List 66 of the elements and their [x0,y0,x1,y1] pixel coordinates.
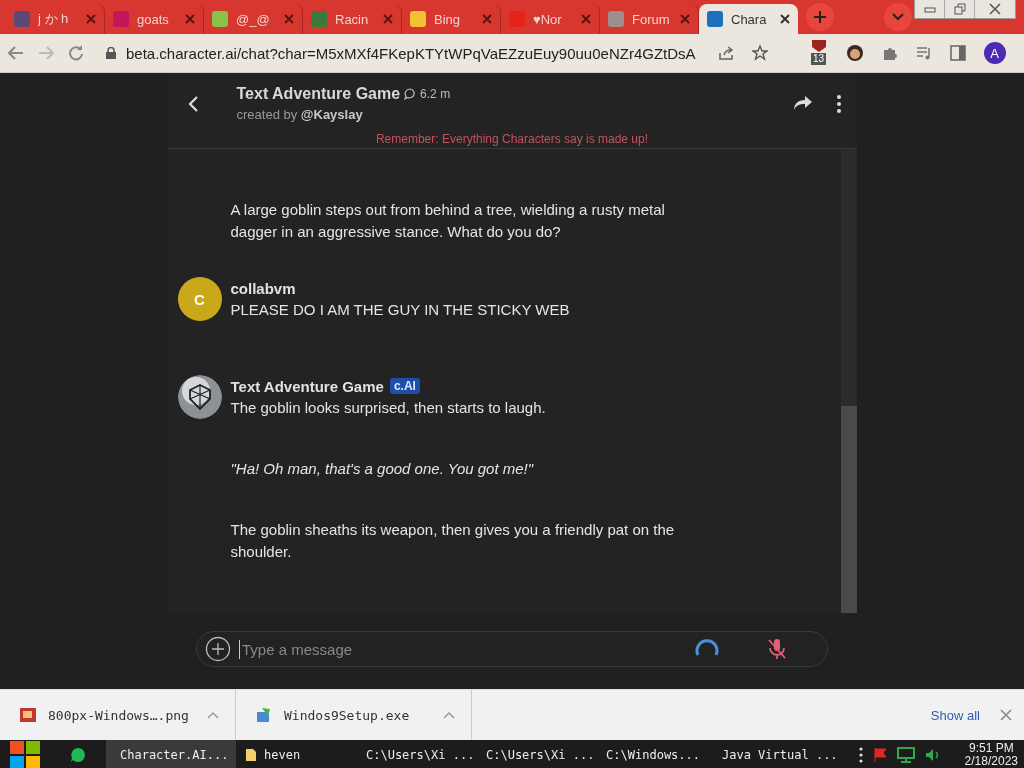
character-avatar [177,375,222,419]
installer-icon [256,707,272,723]
media-icon[interactable] [915,46,932,60]
more-icon[interactable] [858,747,863,763]
message-text: A large goblin steps out from behind a tree, wielding a rusty metal dagger in an aggressive stance. What do you do? [230,200,666,242]
flag-icon[interactable] [872,747,887,763]
folder-icon [244,748,258,762]
shield-icon[interactable] [810,39,827,53]
scrollbar[interactable] [840,149,857,613]
clock-date: 2/18/2023 [964,755,1018,768]
image-file-icon [20,708,36,722]
star-icon[interactable] [751,45,768,61]
speaker-icon[interactable] [924,748,941,762]
message-input[interactable]: Type a message [239,639,685,659]
close-icon[interactable] [780,14,790,24]
taskbar-item[interactable]: heven [236,740,352,768]
taskbar-item[interactable]: C:\Users\Xi ... [352,740,472,768]
file-name[interactable]: Windos9Setup.exe [284,707,431,723]
chat-bubble-icon [404,88,417,100]
close-icon [989,3,1001,15]
disclaimer-text: Remember: Everything Characters say is made up! [374,132,650,146]
taskbar-item[interactable]: Java Virtual ... [708,740,834,768]
puzzle-icon[interactable] [881,45,898,61]
plus-icon [813,10,827,24]
clock-time: 9:51 PM [968,742,1014,755]
author-name: Text Adventure Game [230,377,384,395]
extension-badge: 13 [811,53,827,65]
avatar-icon[interactable] [845,44,864,62]
creator-link[interactable]: @Kayslay [300,107,363,122]
creator-label: created by [236,107,298,122]
reload-icon[interactable] [68,45,84,61]
message-text: PLEASE DO I AM THE GUY IN THE STICKY WEB [230,300,571,320]
scroll-thumb[interactable] [840,406,857,613]
interaction-count: 6.2 m [420,87,451,101]
new-tab-button[interactable] [806,3,834,31]
lock-icon [106,47,116,59]
browser-tab[interactable]: Chara [699,4,798,34]
caret-icon [892,13,904,21]
chat-icon[interactable] [70,747,86,763]
taskbar-item[interactable]: C:\Windows... [592,740,708,768]
file-name[interactable]: 800px-Windows….png [48,707,195,723]
message-text: "Ha! Oh man, that's a good one. You got me!" [230,459,535,479]
caret-icon[interactable] [443,711,455,719]
user-avatar: C [177,277,222,321]
taskbar-item[interactable]: Character.AI... [106,740,236,768]
restore-icon [953,3,966,15]
message-text: The goblin sheaths its weapon, then gives you a friendly pat on the shoulder. [230,520,676,562]
message-field[interactable]: Type a message [196,631,828,667]
minimize-icon [923,5,936,13]
share-icon[interactable] [792,95,813,111]
show-all-link[interactable]: Show all [930,707,980,723]
add-icon[interactable] [205,636,231,662]
message-text: The goblin looks surprised, then starts to laugh. [230,398,547,418]
start-icon[interactable] [9,740,41,768]
tab-search-button[interactable] [884,3,912,31]
url-text[interactable]: beta.character.ai/chat?char=M5xMXf4FKepKTYtWPqVaEZzuEuy90uu0eNZr4GZtDsA [126,44,696,62]
character-name: Text Adventure Game [236,85,401,103]
caret-icon[interactable] [207,711,219,719]
taskbar-item[interactable]: C:\Users\Xi ... [472,740,592,768]
network-icon[interactable] [896,747,915,763]
more-icon[interactable] [836,95,841,113]
profile-button[interactable]: A [983,42,1006,64]
author-name: collabvm [230,279,296,297]
microphone-muted-icon[interactable] [767,638,787,660]
sidebar-icon[interactable] [949,45,966,61]
ai-badge: c.AI [389,378,420,394]
